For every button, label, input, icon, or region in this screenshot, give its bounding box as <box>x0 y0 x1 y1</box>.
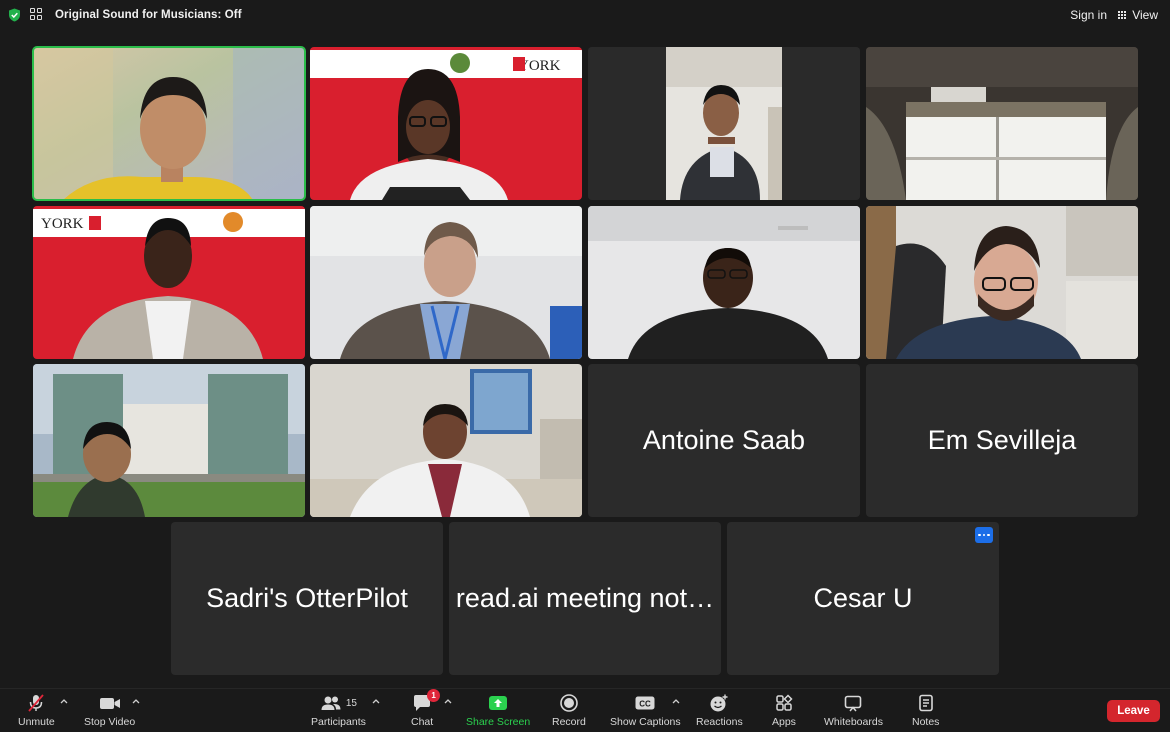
participant-tile-em-sevilleja[interactable]: Em Sevilleja <box>866 364 1138 517</box>
notes-button[interactable]: Notes <box>912 693 939 728</box>
participants-button[interactable]: 15 Participants <box>311 693 366 728</box>
participant-tile-sadris-otterpilot[interactable]: Sadri's OtterPilot <box>171 522 443 675</box>
participant-name: Sadri's OtterPilot <box>206 583 408 613</box>
video-feed: YORK <box>310 47 582 200</box>
meeting-info-grid-icon[interactable] <box>30 8 42 20</box>
unmute-label: Unmute <box>18 716 55 728</box>
participant-name: Antoine Saab <box>642 425 806 455</box>
video-options-chevron-up-icon[interactable] <box>132 697 140 705</box>
participant-2-video[interactable]: YORK <box>310 47 582 200</box>
top-bar: Original Sound for Musicians: Off Sign i… <box>0 0 1170 30</box>
participant-6-video[interactable] <box>310 206 582 359</box>
apps-icon <box>776 694 793 711</box>
participant-9-video[interactable] <box>33 364 305 517</box>
sign-in-link[interactable]: Sign in <box>1070 8 1107 22</box>
more-options-button[interactable] <box>975 527 993 543</box>
participant-tile-read-ai[interactable]: read.ai meeting not… <box>449 522 721 675</box>
video-feed <box>866 206 1138 359</box>
participant-10-video[interactable] <box>310 364 582 517</box>
whiteboards-label: Whiteboards <box>824 716 883 728</box>
stop-video-label: Stop Video <box>84 716 136 728</box>
reactions-smiley-icon <box>710 694 728 712</box>
apps-label: Apps <box>772 716 796 728</box>
original-sound-status[interactable]: Original Sound for Musicians: Off <box>55 9 242 21</box>
video-feed <box>588 206 860 359</box>
participant-name: Em Sevilleja <box>927 425 1077 455</box>
participant-4-video[interactable] <box>866 47 1138 200</box>
video-camera-icon <box>99 698 120 709</box>
share-screen-button[interactable]: Share Screen <box>466 693 530 728</box>
reactions-label: Reactions <box>696 716 743 728</box>
participant-8-video[interactable] <box>866 206 1138 359</box>
chat-label: Chat <box>411 716 434 728</box>
chat-options-chevron-up-icon[interactable] <box>444 697 452 705</box>
microphone-muted-icon <box>28 694 45 712</box>
notes-label: Notes <box>912 716 940 728</box>
whiteboard-icon <box>845 695 862 712</box>
apps-button[interactable]: Apps <box>772 693 796 728</box>
chat-unread-badge: 1 <box>427 689 441 702</box>
view-grid-icon <box>1118 10 1128 20</box>
chat-button[interactable]: 1 Chat <box>411 689 441 728</box>
record-button[interactable]: Record <box>552 693 586 728</box>
unmute-button[interactable]: Unmute <box>18 693 55 728</box>
encryption-shield-icon[interactable] <box>8 8 21 22</box>
notes-icon <box>918 694 933 712</box>
view-label: View <box>1132 8 1158 22</box>
video-feed <box>33 47 305 200</box>
participant-name: Cesar U <box>813 583 913 613</box>
reactions-button[interactable]: Reactions <box>696 693 743 728</box>
participant-5-video[interactable]: YORK <box>33 206 305 359</box>
york-banner-text: YORK <box>41 216 84 232</box>
participants-icon <box>321 696 341 710</box>
audio-options-chevron-up-icon[interactable] <box>60 697 68 705</box>
share-screen-label: Share Screen <box>466 716 531 728</box>
participant-tile-antoine-saab[interactable]: Antoine Saab <box>588 364 860 517</box>
video-feed <box>310 206 582 359</box>
captions-icon-text: CC <box>640 700 652 709</box>
closed-captions-icon: CC <box>635 696 655 710</box>
meeting-toolbar: Unmute Stop Video 15 Participants 1 Chat… <box>0 688 1170 732</box>
video-feed <box>866 47 1138 200</box>
video-feed: YORK <box>33 206 305 359</box>
record-label: Record <box>552 716 586 728</box>
record-icon <box>560 694 578 712</box>
whiteboards-button[interactable]: Whiteboards <box>824 693 883 728</box>
participant-1-video[interactable] <box>32 46 306 201</box>
participant-name: read.ai meeting not… <box>455 583 715 613</box>
participants-count: 15 <box>345 697 357 709</box>
show-captions-button[interactable]: CC Show Captions <box>610 693 681 728</box>
view-button[interactable]: View <box>1118 8 1158 22</box>
share-screen-arrow-icon <box>489 696 508 710</box>
show-captions-label: Show Captions <box>610 716 681 728</box>
participants-options-chevron-up-icon[interactable] <box>372 697 380 705</box>
video-feed <box>33 364 305 517</box>
captions-options-chevron-up-icon[interactable] <box>672 697 680 705</box>
video-feed <box>310 364 582 517</box>
participant-3-video[interactable] <box>588 47 860 200</box>
stop-video-button[interactable]: Stop Video <box>84 693 135 728</box>
video-feed <box>588 47 860 200</box>
leave-button[interactable]: Leave <box>1107 700 1160 722</box>
participants-label: Participants <box>311 716 366 728</box>
participant-7-video[interactable] <box>588 206 860 359</box>
participant-tile-cesar-u[interactable]: Cesar U <box>727 522 999 675</box>
